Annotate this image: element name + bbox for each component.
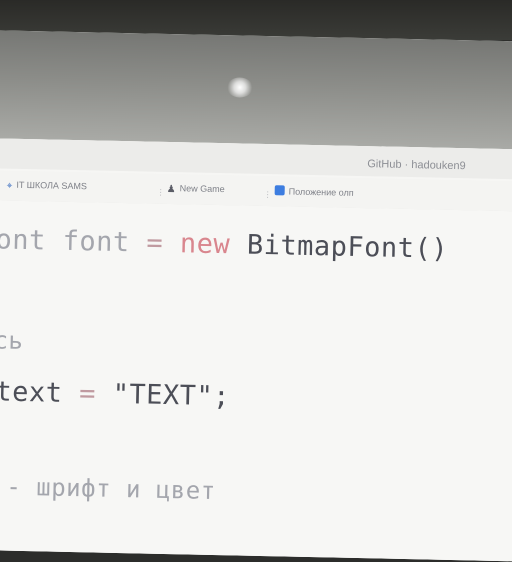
bookmark-polozhenie[interactable]: Положение олп (274, 185, 354, 198)
game-figure-icon: ♟ (166, 183, 176, 196)
assign-operator: = (146, 227, 164, 259)
projected-screen: GitHub · hadouken9 ⌖ IT ШКОЛА SAMS ⋮ ♟ New… (0, 30, 512, 562)
tab-github[interactable]: GitHub · hadouken9 (367, 158, 466, 172)
string-literal: "TEXT"; (112, 378, 231, 413)
document-icon (274, 185, 285, 196)
code-line-1: ont font = new BitmapFont() (0, 224, 448, 264)
bookmark-separator: ⋮ (156, 187, 165, 197)
type-fragment: ont (0, 224, 47, 257)
constructor-call: BitmapFont() (246, 229, 449, 265)
bookmark-separator: ⋮ (263, 189, 272, 200)
code-line-2: сь (0, 326, 24, 355)
bookmark-label: IT ШКОЛА SAMS (16, 179, 88, 192)
variable-name: font (62, 225, 130, 259)
code-editor[interactable]: ont font = new BitmapFont() сь text = "T… (0, 199, 512, 562)
bookmark-label: New Game (179, 183, 225, 195)
code-line-4: - шрифт и цвет (6, 472, 216, 506)
code-line-3: text = "TEXT"; (0, 376, 230, 412)
variable-name: text (0, 376, 63, 409)
screen-upper-area (0, 30, 512, 150)
keyword-new: new (179, 228, 231, 261)
bookmark-new-game[interactable]: ♟ New Game (167, 183, 225, 196)
bookmark-it-school[interactable]: ⌖ IT ШКОЛА SAMS (7, 180, 87, 194)
browser-window: GitHub · hadouken9 ⌖ IT ШКОЛА SAMS ⋮ ♟ New… (0, 137, 512, 562)
assign-operator: = (78, 378, 97, 410)
bookmark-label: Положение олп (288, 186, 354, 198)
location-pin-icon: ⌖ (6, 180, 13, 192)
